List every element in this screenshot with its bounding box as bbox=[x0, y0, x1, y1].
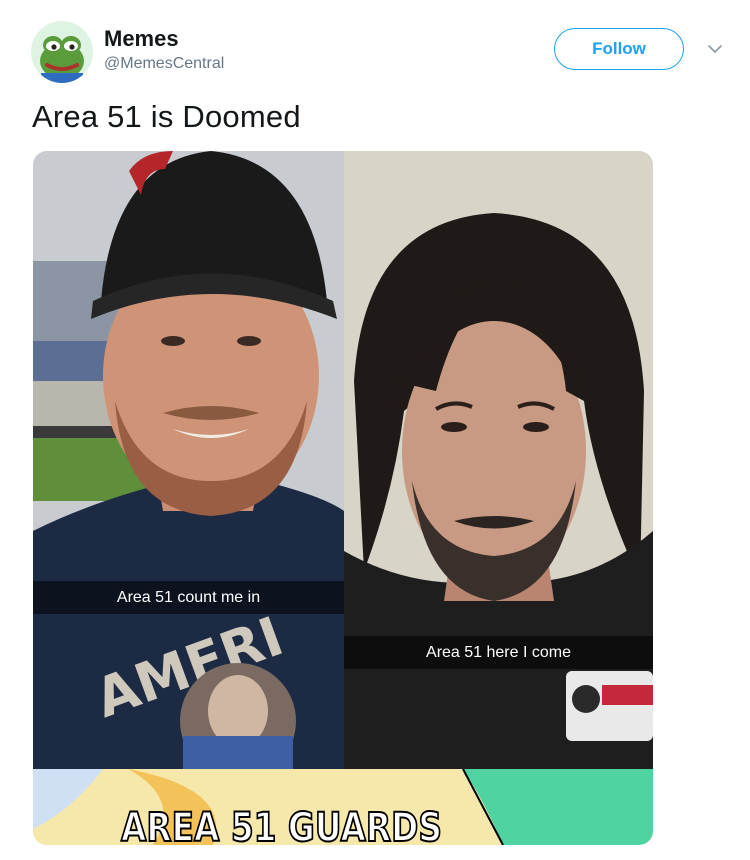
tweet-media[interactable]: AMERI Area 51 count me in Area 51 here I… bbox=[33, 151, 653, 845]
account-avatar[interactable] bbox=[31, 21, 93, 83]
follow-button[interactable]: Follow bbox=[554, 28, 684, 70]
media-photo-left: AMERI bbox=[33, 151, 344, 769]
snap-caption-right: Area 51 here I come bbox=[344, 636, 653, 669]
account-handle[interactable]: @MemesCentral bbox=[104, 55, 224, 73]
tweet-text: Area 51 is Doomed bbox=[32, 99, 301, 134]
bottom-caption: AREA 51 GUARDS bbox=[120, 804, 443, 845]
account-display-name[interactable]: Memes bbox=[104, 26, 179, 52]
frog-avatar-icon bbox=[31, 21, 93, 83]
chevron-down-icon bbox=[708, 45, 722, 53]
media-bottom-panel: AREA 51 GUARDS bbox=[33, 769, 653, 845]
more-options-button[interactable] bbox=[706, 40, 724, 58]
snap-caption-left: Area 51 count me in bbox=[33, 581, 344, 614]
media-photo-right bbox=[344, 151, 653, 769]
